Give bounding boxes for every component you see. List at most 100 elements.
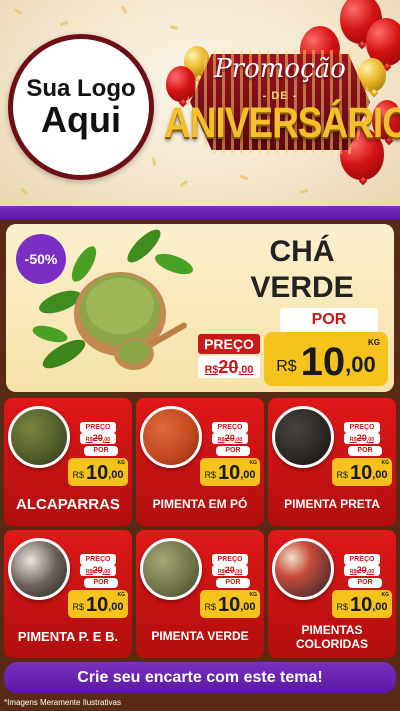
- promo-title: Promoção: [214, 54, 346, 84]
- product-card[interactable]: PREÇO R$20,00 POR R$ 10 ,00 KG ALCAPARRA…: [4, 398, 132, 526]
- new-price-integer: 10: [349, 594, 373, 616]
- old-price-currency: R$: [217, 437, 225, 443]
- old-price: R$20,00: [212, 433, 248, 444]
- old-price-currency: R$: [204, 364, 219, 376]
- new-price: R$ 10 ,00 KG: [200, 590, 260, 618]
- unit-label: KG: [117, 592, 126, 598]
- product-card[interactable]: PREÇO R$20,00 POR R$ 10 ,00 KG PIMENTAS …: [268, 530, 396, 658]
- por-label: POR: [348, 578, 382, 588]
- confetti-decoration: [179, 179, 189, 188]
- unit-label: KG: [381, 592, 390, 598]
- confetti-decoration: [59, 20, 69, 27]
- unit-label: KG: [381, 460, 390, 466]
- product-image: [8, 538, 70, 600]
- old-price-currency: R$: [349, 569, 357, 575]
- divider-bar: [0, 206, 400, 220]
- old-price: R$20,00: [80, 433, 116, 444]
- unit-label: KG: [249, 460, 258, 466]
- old-price-currency: R$: [85, 437, 93, 443]
- por-label: POR: [84, 578, 118, 588]
- new-price-integer: 10: [217, 594, 241, 616]
- new-price-currency: R$: [72, 470, 84, 480]
- product-image: [140, 538, 202, 600]
- featured-name-line2: VERDE: [250, 271, 354, 304]
- product-name: ALCAPARRAS: [16, 496, 120, 513]
- old-price-integer: 20: [356, 433, 367, 443]
- product-name-line1: PIMENTAS: [301, 623, 363, 637]
- por-label: POR: [84, 446, 118, 456]
- new-price-decimals: ,00: [108, 469, 124, 481]
- new-price: R$ 10 ,00 KG: [68, 458, 128, 486]
- new-price-integer: 10: [349, 462, 373, 484]
- confetti-decoration: [169, 25, 179, 30]
- product-image: [8, 406, 70, 468]
- logo-text-line1: Sua Logo: [26, 74, 136, 102]
- old-price-integer: 20: [92, 433, 103, 443]
- product-card[interactable]: PREÇO R$20,00 POR R$ 10 ,00 KG PIMENTA P…: [268, 398, 396, 526]
- price-label: PREÇO: [198, 334, 260, 354]
- confetti-decoration: [13, 8, 23, 15]
- promo-headline: ANIVERSÁRIO: [164, 98, 400, 146]
- por-label: POR: [348, 446, 382, 456]
- product-name: PIMENTA P. E B.: [17, 629, 119, 644]
- product-name: PIMENTAS COLORIDAS: [270, 623, 394, 652]
- old-price-currency: R$: [85, 569, 93, 575]
- old-price-decimals: ,00: [366, 437, 375, 443]
- new-price-decimals: ,00: [240, 469, 256, 481]
- price-label: PREÇO: [344, 554, 380, 565]
- disclaimer-text: *Imagens Meramente Ilustrativas: [4, 698, 121, 707]
- old-price-currency: R$: [217, 569, 225, 575]
- new-price-integer: 10: [300, 340, 346, 384]
- price-label: PREÇO: [80, 422, 116, 433]
- unit-label: KG: [249, 592, 258, 598]
- new-price-integer: 10: [85, 462, 109, 484]
- new-price: R$ 10 ,00 KG: [200, 458, 260, 486]
- confetti-decoration: [151, 157, 157, 166]
- new-price-decimals: ,00: [108, 601, 124, 613]
- old-price-integer: 20: [224, 565, 235, 575]
- old-price: R$20,00: [80, 565, 116, 576]
- old-price-decimals: ,00: [102, 437, 111, 443]
- product-card[interactable]: PREÇO R$20,00 POR R$ 10 ,00 KG PIMENTA P…: [4, 530, 132, 658]
- new-price: R$ 10 ,00 KG: [332, 458, 392, 486]
- old-price: R$20,00: [198, 356, 260, 378]
- product-card[interactable]: PREÇO R$20,00 POR R$ 10 ,00 KG PIMENTA E…: [136, 398, 264, 526]
- new-price: R$ 10 ,00 KG: [332, 590, 392, 618]
- product-name: PIMENTA VERDE: [151, 629, 249, 643]
- old-price-integer: 20: [218, 357, 239, 377]
- new-price-decimals: ,00: [372, 601, 388, 613]
- new-price-decimals: ,00: [240, 601, 256, 613]
- featured-product-card[interactable]: -50% CHÁ VERDE PREÇO R$20,00 POR R$ 10 ,…: [6, 224, 394, 392]
- old-price-decimals: ,00: [234, 437, 243, 443]
- confetti-decoration: [20, 187, 28, 196]
- product-name-line2: COLORIDAS: [296, 636, 368, 651]
- old-price: R$20,00: [344, 565, 380, 576]
- new-price-currency: R$: [204, 470, 216, 480]
- price-label: PREÇO: [80, 554, 116, 565]
- old-price: R$20,00: [212, 565, 248, 576]
- old-price-decimals: ,00: [102, 569, 111, 575]
- unit-label: KG: [117, 460, 126, 466]
- logo-placeholder: Sua Logo Aqui: [8, 34, 154, 180]
- price-label: PREÇO: [212, 554, 248, 565]
- unit-label: KG: [368, 338, 380, 347]
- price-label: PREÇO: [344, 422, 380, 433]
- new-price: R$ 10 ,00 KG: [264, 332, 388, 386]
- discount-badge: -50%: [16, 234, 66, 284]
- new-price-currency: R$: [204, 602, 216, 612]
- new-price-currency: R$: [72, 602, 84, 612]
- product-name: PIMENTA EM PÓ: [152, 497, 248, 511]
- promo-title-sign: Promoção - DE - ANIVERSÁRIO: [164, 40, 400, 160]
- old-price-decimals: ,00: [366, 569, 375, 575]
- old-price-integer: 20: [92, 565, 103, 575]
- product-card[interactable]: PREÇO R$20,00 POR R$ 10 ,00 KG PIMENTA V…: [136, 530, 264, 658]
- product-name: PIMENTA PRETA: [284, 497, 380, 511]
- create-flyer-button[interactable]: Crie seu encarte com este tema!: [4, 662, 396, 694]
- old-price-decimals: ,00: [238, 364, 254, 376]
- new-price-integer: 10: [217, 462, 241, 484]
- new-price-integer: 10: [85, 594, 109, 616]
- product-image: [272, 538, 334, 600]
- old-price-integer: 20: [224, 433, 235, 443]
- confetti-decoration: [239, 174, 249, 181]
- price-label: PREÇO: [212, 422, 248, 433]
